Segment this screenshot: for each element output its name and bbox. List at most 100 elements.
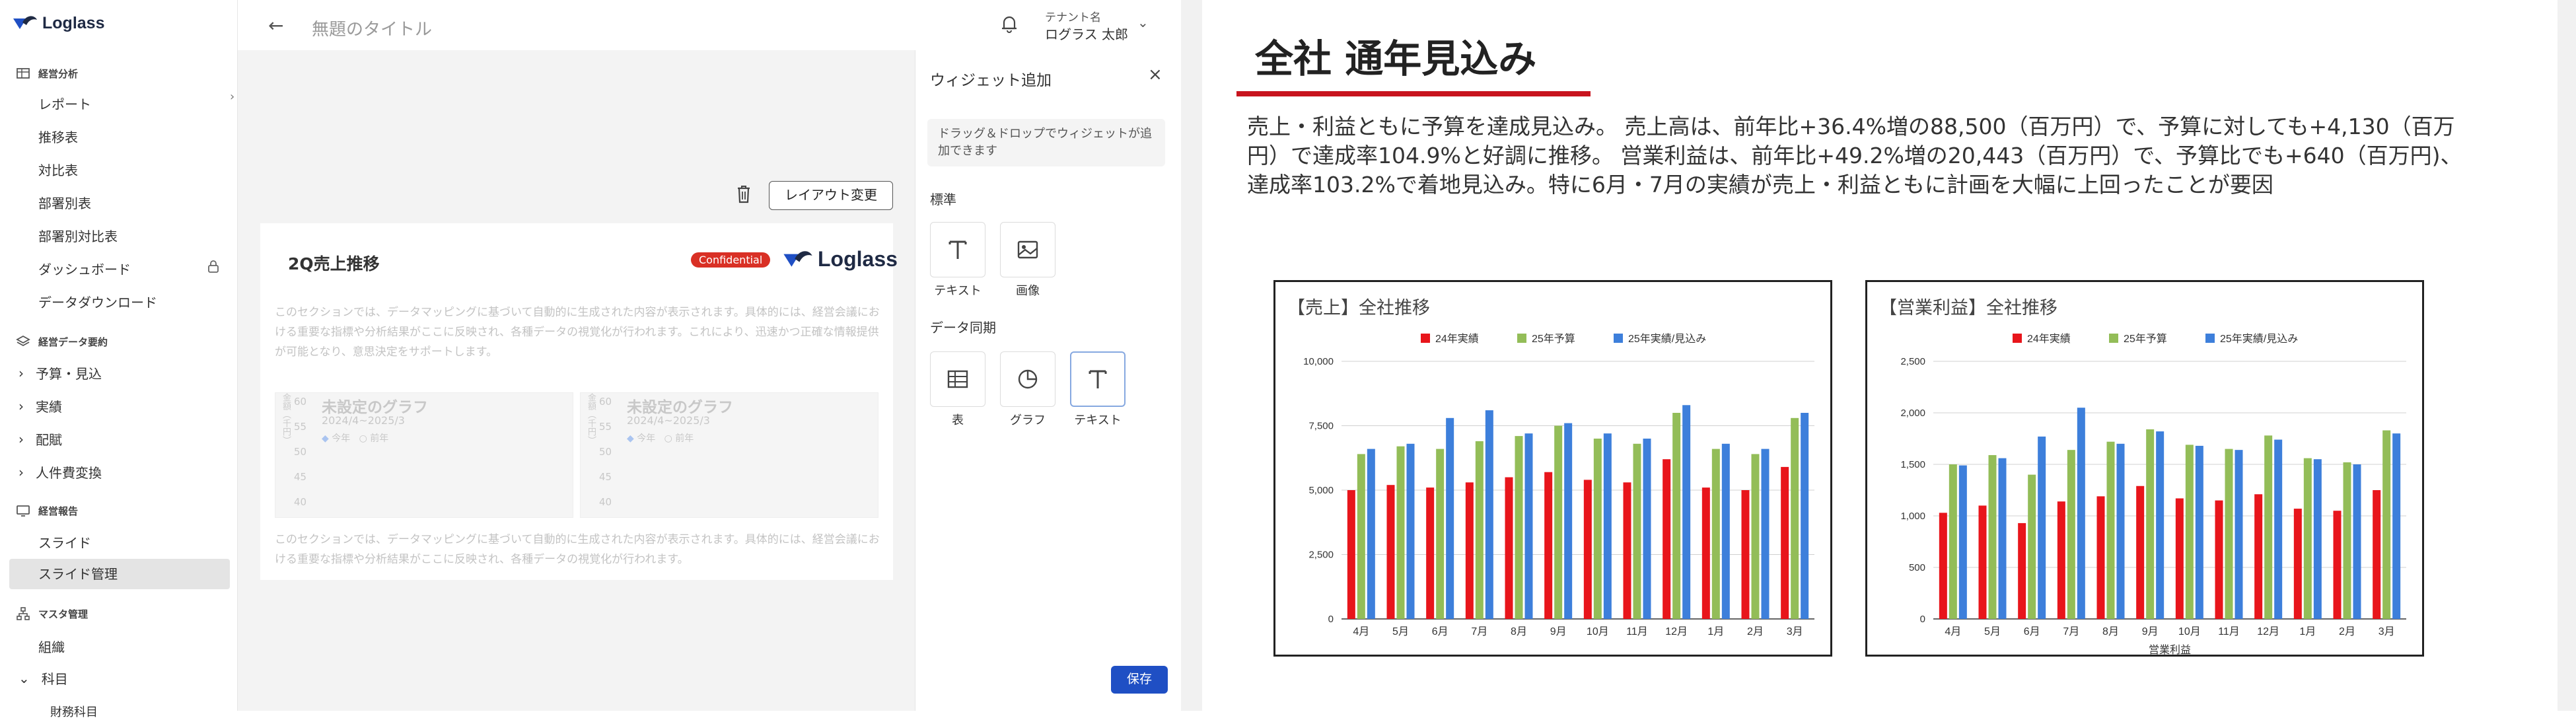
sidebar-item-report[interactable]: レポート (38, 94, 91, 113)
x-tick-label: 2月 (2339, 626, 2355, 637)
mini-chart-left[interactable]: 金額（千円） 60 55 50 45 40 未設定のグラフ 2024/4~202… (275, 392, 573, 518)
bar (1367, 449, 1375, 619)
mini-chart-subtitle: 2024/4~2025/3 (322, 414, 405, 427)
widget-image[interactable] (1000, 222, 1055, 277)
bar (2215, 500, 2223, 619)
nav-section-report: 経営報告 (16, 503, 78, 518)
widget-panel: ウィジェット追加 × ドラッグ＆ドロップでウィジェットが追加できます 標準 テキ… (915, 50, 1181, 711)
sidebar: Loglass › 経営分析 レポート 推移表 対比表 部署別表 部署別対比表 … (0, 0, 238, 719)
profit-chart: 【営業利益】全社推移 24年実績 25年予算 25年実績/見込み 0 500 1,000 1,… (1879, 298, 2406, 656)
sidebar-item-slide-management[interactable]: スライド管理 (9, 559, 230, 589)
bar (2264, 435, 2273, 619)
x-tick-label: 10月 (2178, 626, 2201, 637)
slide-view: 全社 通年見込み 売上・利益ともに予算を達成見込み。 売上高は、前年比+36.4… (1181, 0, 2576, 711)
bar (1781, 466, 1789, 619)
tenant-name-label: テナント名 (1045, 11, 1101, 24)
confidential-badge: Confidential (691, 252, 771, 268)
sidebar-item-actual[interactable]: › 実績 (18, 396, 62, 415)
chevron-down-icon[interactable]: ⌄ (1137, 15, 1149, 30)
sidebar-item-allocation[interactable]: › 配賦 (18, 429, 62, 449)
y-tick-label: 500 (1909, 562, 1925, 573)
chevron-right-icon: › (18, 398, 24, 414)
chevron-down-icon: ⌄ (18, 670, 30, 686)
x-tick-label: 8月 (1511, 626, 1527, 637)
close-icon[interactable]: × (1148, 65, 1163, 85)
x-tick-label: 11月 (2218, 626, 2240, 637)
widget-text[interactable] (930, 222, 985, 277)
table-icon (17, 68, 30, 79)
slide-preview[interactable]: 2Q売上推移 Confidential Loglass このセクションでは、デー… (260, 223, 898, 580)
sidebar-item-slides[interactable]: スライド (38, 532, 91, 552)
app-logo[interactable]: Loglass (12, 13, 104, 33)
sidebar-item-comparison[interactable]: 対比表 (38, 160, 78, 179)
sidebar-item-dashboard[interactable]: ダッシュボード (38, 259, 131, 278)
bar (1583, 480, 1592, 619)
bar (1663, 459, 1671, 619)
bar (1623, 482, 1631, 619)
placeholder-text-top: このセクションでは、データマッピングに基づいて自動的に生成された内容が表示されま… (275, 306, 880, 359)
x-tick-label: 7月 (2063, 626, 2079, 637)
sidebar-item-trend[interactable]: 推移表 (38, 127, 78, 146)
y-tick-label: 10,000 (1303, 356, 1334, 367)
mini-chart-right[interactable]: 金額（千円） 60 55 50 45 40 未設定のグラフ 2024/4~202… (580, 392, 878, 518)
bar (2293, 509, 2302, 619)
title-underline (1236, 91, 1591, 96)
bar (1751, 454, 1760, 619)
legend-label: 25年予算 (1532, 332, 1575, 345)
y-tick-label: 2,500 (1308, 550, 1334, 561)
sidebar-item-financial-accounts[interactable]: 財務科目 (50, 703, 98, 720)
panel-title: ウィジェット追加 (930, 72, 1052, 89)
save-button[interactable]: 保存 (1111, 666, 1168, 694)
sales-chart: 【売上】全社推移 24年実績 25年予算 25年実績/見込み 0 2,500 5,000 7,… (1287, 298, 1814, 637)
bar (1791, 417, 1799, 619)
chevron-right-icon: › (18, 464, 24, 480)
bar (2303, 458, 2312, 619)
bar (2136, 486, 2145, 619)
bar (1446, 417, 1454, 619)
bar (1988, 454, 1997, 619)
x-axis-label: 営業利益 (2149, 644, 2191, 655)
bar (2254, 494, 2263, 619)
sidebar-item-accounts[interactable]: ⌄ 科目 (18, 668, 68, 688)
document-title[interactable]: 無題のタイトル (312, 16, 432, 40)
user-name[interactable]: ログラス 太郎 (1045, 24, 1128, 43)
sidebar-item-budget[interactable]: › 予算・見込 (18, 363, 102, 382)
bar (2146, 429, 2155, 619)
collapse-sidebar-icon[interactable]: › (230, 90, 234, 104)
bar (1426, 487, 1435, 619)
bar (2116, 443, 2125, 619)
bar (1801, 413, 1809, 619)
data-sync-section-label: データ同期 (930, 320, 996, 336)
x-tick-label: 12月 (1665, 626, 1688, 637)
chevron-right-icon: › (18, 431, 24, 447)
x-tick-label: 4月 (1353, 626, 1369, 637)
app-window: Loglass › 経営分析 レポート 推移表 対比表 部署別表 部署別対比表 … (0, 0, 1181, 719)
text-icon (948, 240, 967, 259)
trash-icon[interactable] (734, 184, 753, 207)
bell-icon[interactable] (997, 12, 1021, 38)
widget-graph[interactable] (1000, 351, 1055, 407)
x-tick-label: 4月 (1945, 626, 1961, 637)
text-icon (1089, 370, 1107, 388)
sidebar-item-department[interactable]: 部署別表 (38, 193, 91, 212)
x-tick-label: 3月 (2379, 626, 2395, 637)
legend-label: 25年実績/見込み (2220, 333, 2298, 345)
bar (1515, 436, 1523, 619)
loglass-logo-icon (13, 16, 37, 29)
loglass-logo-icon (783, 250, 812, 267)
mini-chart-title: 未設定のグラフ (627, 399, 733, 416)
sidebar-item-department-comparison[interactable]: 部署別対比表 (38, 226, 118, 245)
bar (2235, 450, 2243, 619)
widget-table[interactable] (930, 351, 985, 407)
sidebar-item-data-download[interactable]: データダウンロード (38, 292, 157, 311)
sidebar-item-labor-cost[interactable]: › 人件費変換 (18, 462, 102, 482)
change-layout-button[interactable]: レイアウト変更 (769, 181, 893, 210)
bar (2274, 439, 2283, 619)
layers-icon (16, 335, 30, 347)
back-arrow-icon[interactable]: ← (268, 15, 283, 36)
slide: 全社 通年見込み 売上・利益ともに予算を達成見込み。 売上高は、前年比+36.4… (1202, 0, 2558, 711)
x-tick-label: 5月 (1984, 626, 2001, 637)
widget-data-text[interactable] (1070, 351, 1126, 407)
sidebar-item-organization[interactable]: 組織 (38, 637, 65, 656)
legend-label: 25年実績/見込み (1628, 333, 1706, 345)
